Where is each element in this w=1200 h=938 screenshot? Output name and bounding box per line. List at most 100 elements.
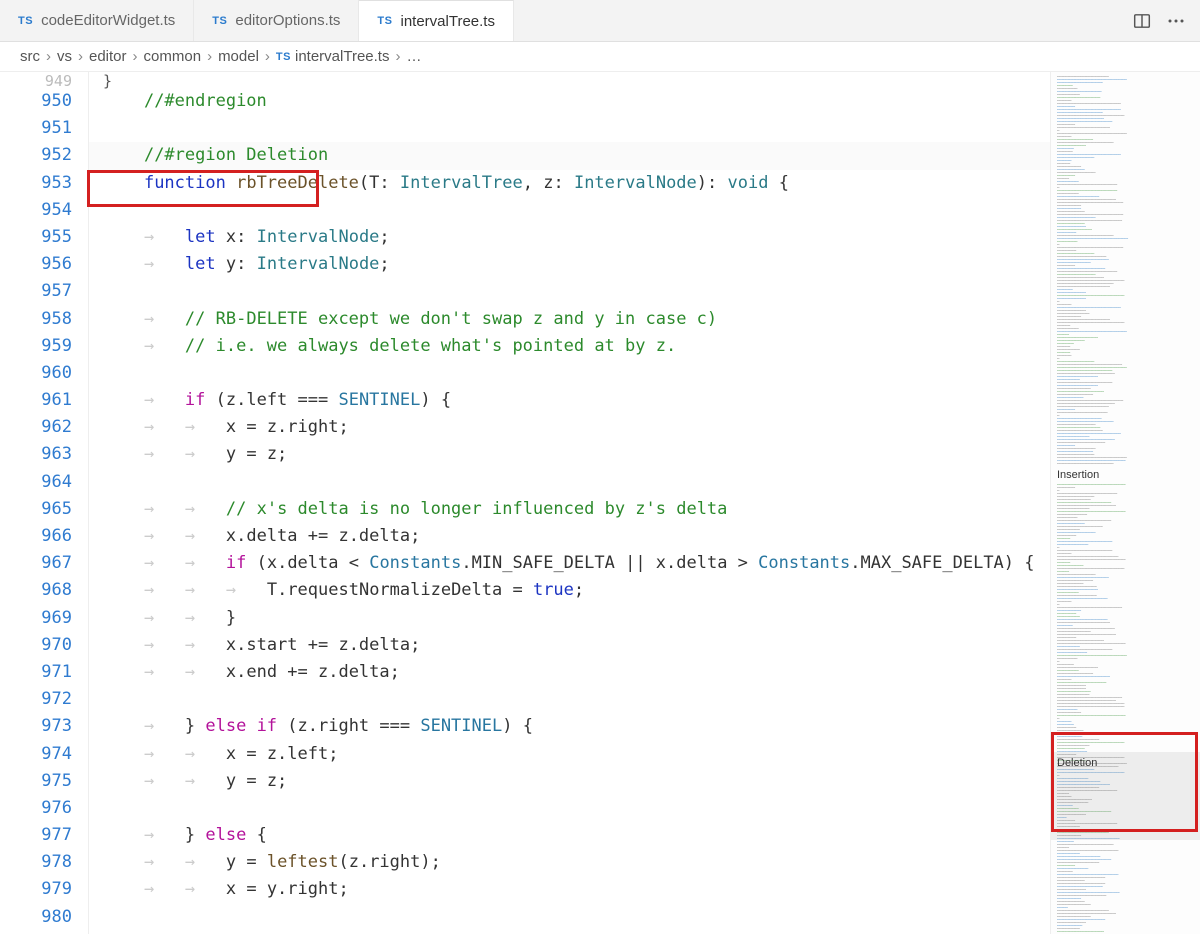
code-content[interactable]: } //#endregion //#region Deletion functi…: [88, 72, 1050, 934]
chevron-right-icon: ›: [207, 48, 212, 65]
line-number: 962: [0, 414, 72, 441]
code-line[interactable]: → // i.e. we always delete what's pointe…: [89, 333, 1050, 360]
code-line[interactable]: [89, 360, 1050, 387]
code-line[interactable]: → → x.end += z.delta;: [89, 659, 1050, 686]
chevron-right-icon: ›: [395, 48, 400, 65]
code-line[interactable]: function rbTreeDelete(T: IntervalTree, z…: [89, 170, 1050, 197]
line-number: 975: [0, 768, 72, 795]
tab-codeeditorwidget[interactable]: TS codeEditorWidget.ts: [0, 0, 194, 41]
tab-label: intervalTree.ts: [400, 13, 494, 30]
line-number: 967: [0, 550, 72, 577]
tab-label: codeEditorWidget.ts: [41, 12, 175, 29]
ts-icon: TS: [377, 15, 392, 27]
breadcrumb-tail[interactable]: …: [406, 48, 421, 65]
line-number: 971: [0, 659, 72, 686]
tab-bar: TS codeEditorWidget.ts TS editorOptions.…: [0, 0, 1200, 42]
line-number: 958: [0, 306, 72, 333]
line-number: 956: [0, 251, 72, 278]
line-number: 977: [0, 822, 72, 849]
code-line[interactable]: → // RB-DELETE except we don't swap z an…: [89, 306, 1050, 333]
breadcrumb-part[interactable]: src: [20, 48, 40, 65]
code-line[interactable]: → } else if (z.right === SENTINEL) {: [89, 713, 1050, 740]
line-number: 954: [0, 197, 72, 224]
breadcrumb-part[interactable]: editor: [89, 48, 127, 65]
line-number: 973: [0, 713, 72, 740]
line-number-gutter: 949 950951952953954955956957958959960961…: [0, 72, 88, 934]
line-number: 980: [0, 904, 72, 931]
code-line[interactable]: → → // x's delta is no longer influenced…: [89, 496, 1050, 523]
line-number: 976: [0, 795, 72, 822]
code-line[interactable]: → → x.start += z.delta;: [89, 632, 1050, 659]
tab-editoroptions[interactable]: TS editorOptions.ts: [194, 0, 359, 41]
line-number: 957: [0, 278, 72, 305]
line-number: 950: [0, 88, 72, 115]
highlight-box-minimap-deletion: [1051, 732, 1198, 832]
line-number: 953: [0, 170, 72, 197]
more-actions-icon[interactable]: [1166, 11, 1186, 31]
ts-icon: TS: [212, 15, 227, 27]
minimap[interactable]: ▬▬▬▬▬▬▬▬▬▬▬▬▬▬▬▬▬▬▬▬▬▬▬▬▬▬▬▬▬▬▬▬▬▬▬▬▬▬▬▬…: [1050, 72, 1200, 934]
code-line[interactable]: → → x.delta += z.delta;: [89, 523, 1050, 550]
line-number: 955: [0, 224, 72, 251]
code-line[interactable]: → → x = z.right;: [89, 414, 1050, 441]
breadcrumb[interactable]: src › vs › editor › common › model › TS inter…: [0, 42, 1200, 72]
breadcrumb-part[interactable]: model: [218, 48, 259, 65]
code-line[interactable]: [89, 115, 1050, 142]
minimap-region-label: Insertion: [1057, 468, 1194, 482]
code-line[interactable]: → → if (x.delta < Constants.MIN_SAFE_DEL…: [89, 550, 1050, 577]
ts-icon: TS: [18, 15, 33, 27]
line-number: 972: [0, 686, 72, 713]
line-number: 965: [0, 496, 72, 523]
line-number: 963: [0, 441, 72, 468]
chevron-right-icon: ›: [133, 48, 138, 65]
code-line[interactable]: → if (z.left === SENTINEL) {: [89, 387, 1050, 414]
line-number: 959: [0, 333, 72, 360]
code-line[interactable]: → → y = leftest(z.right);: [89, 849, 1050, 876]
line-number: 979: [0, 876, 72, 903]
line-number: 974: [0, 741, 72, 768]
code-line[interactable]: [89, 686, 1050, 713]
breadcrumb-part[interactable]: vs: [57, 48, 72, 65]
line-number: 968: [0, 577, 72, 604]
line-number: 970: [0, 632, 72, 659]
code-line[interactable]: [89, 197, 1050, 224]
breadcrumb-part[interactable]: common: [144, 48, 202, 65]
line-number: 949: [0, 74, 72, 88]
code-line[interactable]: → → x = z.left;: [89, 741, 1050, 768]
code-line[interactable]: → → x = y.right;: [89, 876, 1050, 903]
line-number: 969: [0, 605, 72, 632]
split-editor-icon[interactable]: [1132, 11, 1152, 31]
code-line[interactable]: → → y = z;: [89, 768, 1050, 795]
code-line[interactable]: [89, 469, 1050, 496]
line-number: 964: [0, 469, 72, 496]
line-number: 960: [0, 360, 72, 387]
code-line[interactable]: → → }: [89, 605, 1050, 632]
code-line[interactable]: → → y = z;: [89, 441, 1050, 468]
editor-wrap: 949 950951952953954955956957958959960961…: [0, 72, 1200, 934]
chevron-right-icon: ›: [265, 48, 270, 65]
tab-label: editorOptions.ts: [235, 12, 340, 29]
code-line[interactable]: [89, 904, 1050, 931]
code-line[interactable]: → let y: IntervalNode;: [89, 251, 1050, 278]
breadcrumb-file[interactable]: intervalTree.ts: [295, 48, 389, 65]
code-line[interactable]: }: [89, 74, 1050, 88]
chevron-right-icon: ›: [46, 48, 51, 65]
code-line[interactable]: //#region Deletion: [89, 142, 1050, 169]
code-line[interactable]: → → → T.requestNormalizeDelta = true;: [89, 577, 1050, 604]
ts-icon: TS: [276, 51, 291, 63]
code-line[interactable]: [89, 795, 1050, 822]
tab-actions: [1132, 0, 1200, 41]
line-number: 961: [0, 387, 72, 414]
code-editor[interactable]: 949 950951952953954955956957958959960961…: [0, 72, 1050, 934]
chevron-right-icon: ›: [78, 48, 83, 65]
line-number: 952: [0, 142, 72, 169]
code-line[interactable]: [89, 278, 1050, 305]
line-number: 951: [0, 115, 72, 142]
line-number: 966: [0, 523, 72, 550]
code-line[interactable]: //#endregion: [89, 88, 1050, 115]
code-line[interactable]: → let x: IntervalNode;: [89, 224, 1050, 251]
minimap-region-label: Deletion: [1057, 756, 1097, 770]
tab-intervaltree[interactable]: TS intervalTree.ts: [359, 0, 514, 41]
code-line[interactable]: → } else {: [89, 822, 1050, 849]
line-number: 978: [0, 849, 72, 876]
